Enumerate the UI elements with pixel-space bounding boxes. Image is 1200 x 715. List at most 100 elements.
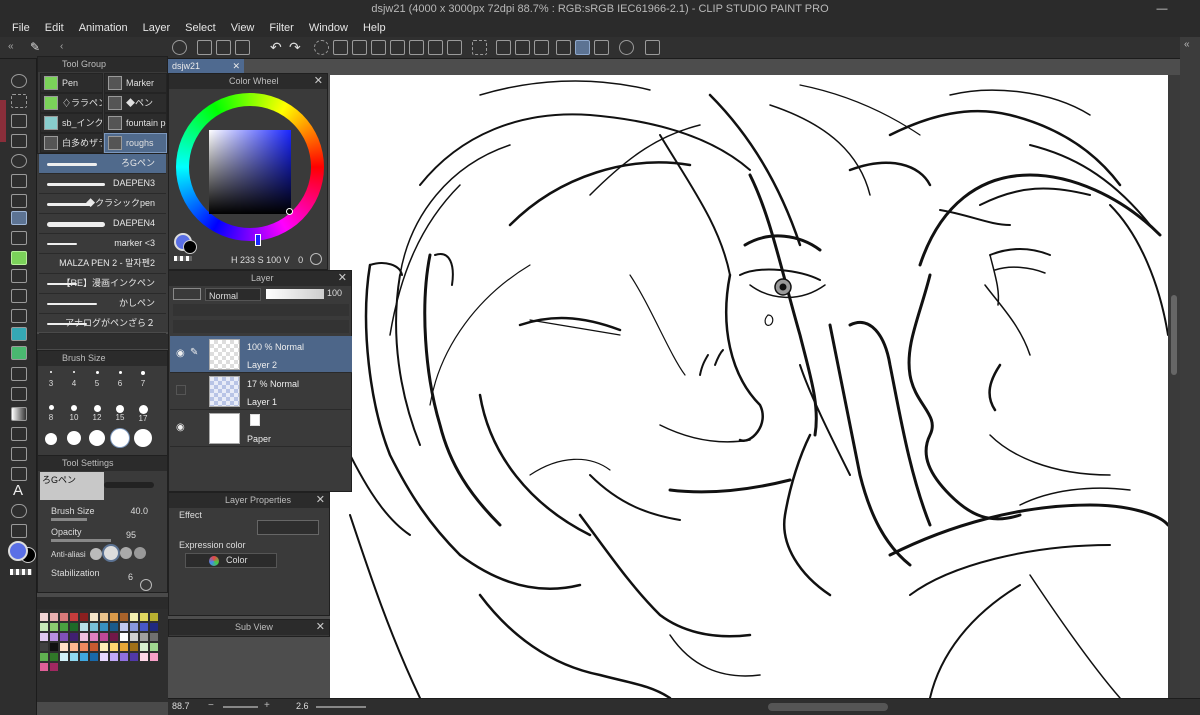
tool-group-item-6[interactable]: fountain pe [104, 113, 167, 133]
tool-group-marker[interactable]: Marker [104, 73, 167, 93]
correct-line-tool-icon[interactable] [11, 524, 27, 538]
brush-item[interactable]: ろGペン [39, 154, 166, 174]
pencil-tool-icon[interactable] [11, 231, 27, 245]
blend-mode-select[interactable]: Normal [205, 288, 261, 301]
v-value[interactable]: 0 [298, 255, 303, 265]
color-swatch[interactable] [90, 643, 98, 651]
size-15[interactable]: 15 [109, 405, 131, 422]
tool-group-item-4[interactable]: ◆ペン [104, 93, 167, 113]
eye-icon[interactable]: ◉ [176, 348, 185, 359]
color-swatch[interactable] [40, 663, 48, 671]
size-50[interactable] [132, 429, 154, 447]
menu-view[interactable]: View [231, 22, 255, 34]
color-swatch[interactable] [140, 623, 148, 631]
brush-item[interactable]: 【RE】漫画インクペン [39, 274, 166, 294]
blend-drop-tool-icon[interactable] [11, 367, 27, 381]
transparent-swatch[interactable] [174, 256, 192, 261]
drawing-canvas[interactable] [330, 75, 1168, 698]
effect-buttons[interactable] [257, 520, 319, 535]
color-swatch[interactable] [70, 653, 78, 661]
color-swatch[interactable] [40, 653, 48, 661]
color-swatch[interactable] [70, 643, 78, 651]
close-icon[interactable]: ✕ [316, 493, 325, 508]
redo-icon[interactable]: ↷ [289, 39, 301, 56]
stabilization-value[interactable]: 6 [128, 572, 133, 582]
eraser-tool-icon[interactable] [11, 309, 27, 323]
clear-outside-icon[interactable] [352, 40, 367, 55]
layer-opacity-value[interactable]: 100 [327, 288, 342, 298]
color-swatch[interactable] [140, 633, 148, 641]
color-swatch[interactable] [60, 633, 68, 641]
color-swatch[interactable] [110, 633, 118, 641]
color-swatch[interactable] [90, 653, 98, 661]
pen-icon[interactable]: ✎ [30, 40, 40, 54]
minimize-button[interactable]: — [1152, 0, 1172, 18]
color-swatch[interactable] [40, 633, 48, 641]
brush-size-value[interactable]: 40.0 [98, 506, 148, 518]
invert-selection-icon[interactable] [496, 40, 511, 55]
brush-item[interactable]: DAEPEN3 [39, 174, 166, 194]
menu-filter[interactable]: Filter [269, 22, 293, 34]
free-transform-icon[interactable] [428, 40, 443, 55]
tool-group-item-7[interactable]: 白多めザラ [40, 133, 103, 153]
antialias-medium-icon[interactable] [120, 547, 132, 559]
scale-icon[interactable] [409, 40, 424, 55]
expression-color-select[interactable]: Color [185, 553, 277, 568]
layer-row[interactable]: ◉ Paper [170, 410, 352, 447]
color-swatch[interactable] [60, 613, 68, 621]
brush-item[interactable]: marker <3 [39, 234, 166, 254]
size-25[interactable] [63, 431, 85, 445]
balloon-tool-icon[interactable] [11, 504, 27, 518]
close-icon[interactable]: ✕ [314, 74, 323, 89]
color-swatch[interactable] [40, 623, 48, 631]
brush-item[interactable]: かしペン [39, 294, 166, 314]
color-swatch[interactable] [60, 643, 68, 651]
move-tool-icon[interactable] [11, 134, 27, 148]
menu-edit[interactable]: Edit [45, 22, 64, 34]
color-swatch[interactable] [70, 613, 78, 621]
brush-item[interactable]: アナログがペンざら２ [39, 314, 166, 334]
color-swatch[interactable] [140, 653, 148, 661]
scrollbar-thumb[interactable] [1171, 295, 1177, 375]
undo-icon[interactable]: ↶ [270, 39, 282, 56]
size-10[interactable]: 10 [63, 405, 85, 422]
expand-right-icon[interactable]: « [1184, 39, 1190, 50]
s-value[interactable]: 100 [266, 255, 281, 265]
close-icon[interactable]: ✕ [316, 620, 325, 635]
color-swatch[interactable] [100, 633, 108, 641]
auto-select-tool-icon[interactable] [11, 174, 27, 188]
close-icon[interactable]: ✕ [338, 271, 347, 286]
horizontal-scrollbar[interactable] [768, 703, 888, 711]
eyedropper-tool-icon[interactable] [11, 194, 27, 208]
bucket-tool-icon[interactable] [11, 387, 27, 401]
loading-icon[interactable] [314, 40, 329, 55]
vertical-scrollbar[interactable] [1168, 75, 1180, 698]
open-file-icon[interactable] [216, 40, 231, 55]
lasso-tool-icon[interactable] [11, 94, 27, 108]
hue-cursor[interactable] [255, 234, 261, 246]
ruler-tool-icon[interactable] [11, 467, 27, 481]
brush-item[interactable]: MALZA PEN 2 - 말자펜2 [39, 254, 166, 274]
tool-group-item-3[interactable]: ♢ララペン [40, 93, 103, 113]
size-17[interactable]: 17 [132, 405, 154, 423]
menu-help[interactable]: Help [363, 22, 386, 34]
saturation-value-square[interactable] [209, 130, 291, 214]
color-swatch[interactable] [140, 613, 148, 621]
menu-select[interactable]: Select [185, 22, 216, 34]
collapse-left-icon[interactable]: « [8, 41, 14, 52]
brush-size-slider[interactable] [51, 518, 87, 521]
figure-tool-icon[interactable] [11, 427, 27, 441]
document-tab-close[interactable]: ✕ [232, 59, 240, 73]
brush-tool-icon[interactable] [11, 251, 27, 265]
tool-group-roughs[interactable]: roughs [104, 133, 167, 153]
selection-layer-icon[interactable] [534, 40, 549, 55]
layer-row[interactable]: 17 % Normal Layer 1 [170, 373, 352, 410]
color-swatch[interactable] [150, 643, 158, 651]
color-swatch[interactable] [120, 653, 128, 661]
document-tab[interactable]: dsjw21 ✕ [168, 59, 244, 73]
opacity-slider[interactable] [51, 539, 111, 542]
angle-value[interactable]: 2.6 [296, 701, 309, 711]
zoom-value[interactable]: 88.7 [172, 701, 190, 711]
color-swatch[interactable] [130, 623, 138, 631]
color-swatch[interactable] [90, 623, 98, 631]
